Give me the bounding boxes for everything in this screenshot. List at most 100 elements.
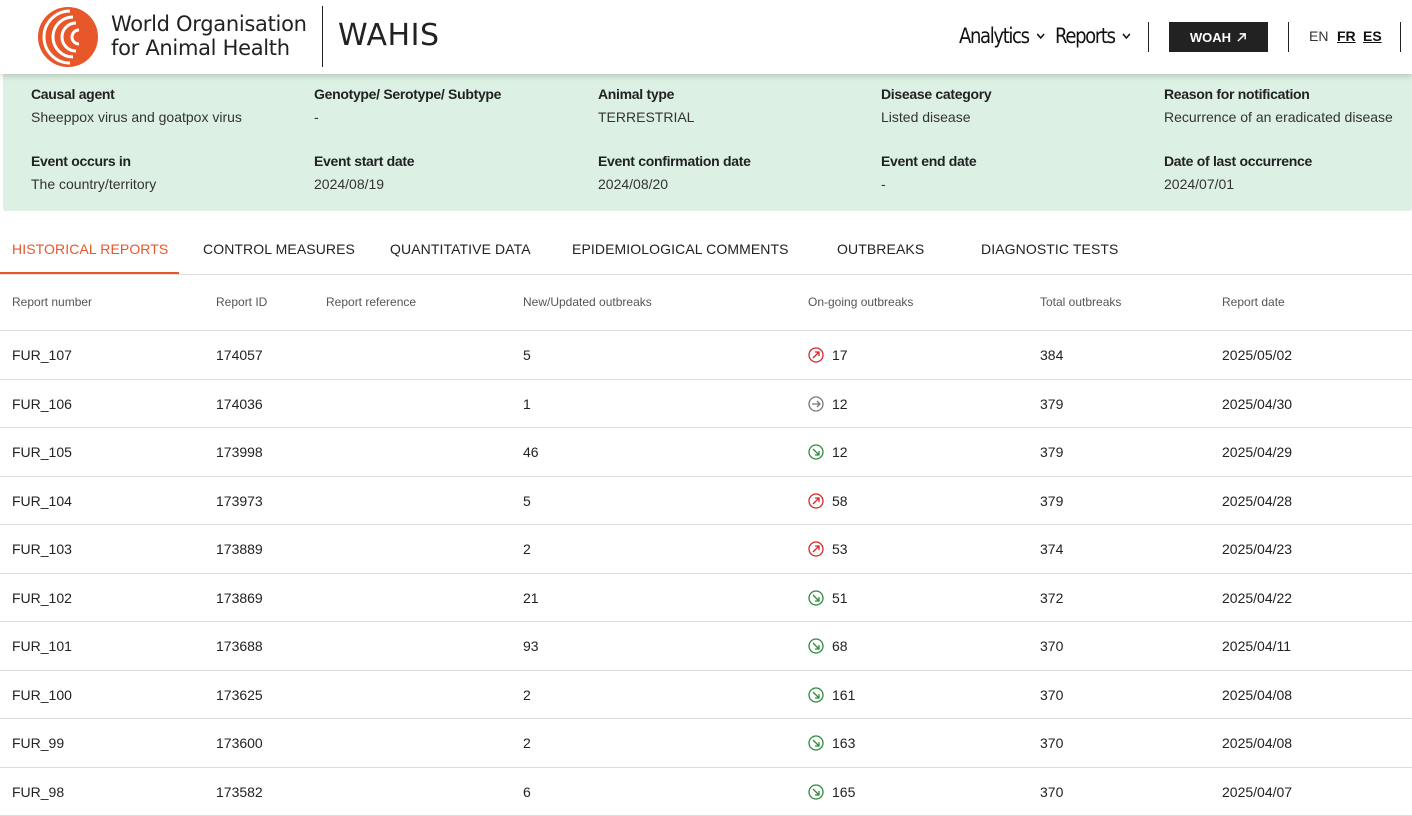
- report-number-cell: FUR_107: [12, 347, 72, 363]
- trend-up-icon: [808, 347, 824, 363]
- tab-control-measures[interactable]: CONTROL MEASURES: [203, 241, 355, 257]
- table-row[interactable]: FUR_9817358261653702025/04/07: [0, 768, 1412, 816]
- genotype-label: Genotype/ Serotype/ Subtype: [314, 86, 501, 102]
- ongoing-outbreaks-value: 165: [832, 784, 855, 800]
- disease-category-value: Listed disease: [881, 109, 991, 125]
- ongoing-outbreaks-value: 51: [832, 590, 848, 606]
- column-header-ongoing-outbreaks[interactable]: On-going outbreaks: [808, 295, 913, 309]
- ongoing-outbreaks-value: 17: [832, 347, 848, 363]
- total-outbreaks-cell: 379: [1040, 444, 1063, 460]
- tab-quantitative-data[interactable]: QUANTITATIVE DATA: [390, 241, 531, 257]
- table-row[interactable]: FUR_9917360021633702025/04/08: [0, 719, 1412, 768]
- column-header-report-id[interactable]: Report ID: [216, 295, 267, 309]
- event-start-field: Event start date 2024/08/19: [314, 153, 414, 192]
- lang-divider: [1288, 22, 1289, 52]
- animal-type-field: Animal type TERRESTRIAL: [598, 86, 694, 125]
- causal-agent-value: Sheeppox virus and goatpox virus: [31, 109, 242, 125]
- report-id-cell: 173869: [216, 590, 263, 606]
- reports-menu-label: Reports: [1055, 24, 1115, 48]
- event-confirmation-label: Event confirmation date: [598, 153, 751, 169]
- new-outbreaks-cell: 21: [523, 590, 539, 606]
- table-row[interactable]: FUR_10217386921513722025/04/22: [0, 574, 1412, 623]
- total-outbreaks-cell: 379: [1040, 396, 1063, 412]
- org-name-line-2: for Animal Health: [111, 36, 307, 60]
- analytics-menu[interactable]: Analytics: [959, 24, 1046, 48]
- total-outbreaks-cell: 372: [1040, 590, 1063, 606]
- table-row[interactable]: FUR_1061740361123792025/04/30: [0, 380, 1412, 429]
- total-outbreaks-cell: 374: [1040, 541, 1063, 557]
- report-number-cell: FUR_99: [12, 735, 64, 751]
- ongoing-outbreaks-value: 58: [832, 493, 848, 509]
- event-occurs-label: Event occurs in: [31, 153, 156, 169]
- genotype-field: Genotype/ Serotype/ Subtype -: [314, 86, 501, 125]
- new-outbreaks-cell: 6: [523, 784, 531, 800]
- column-header-report-date[interactable]: Report date: [1222, 295, 1285, 309]
- report-id-cell: 173973: [216, 493, 263, 509]
- nav-divider: [1148, 22, 1149, 52]
- report-number-cell: FUR_104: [12, 493, 72, 509]
- report-date-cell: 2025/04/07: [1222, 784, 1292, 800]
- tab-historical-reports[interactable]: HISTORICAL REPORTS: [12, 241, 168, 257]
- reason-label: Reason for notification: [1164, 86, 1393, 102]
- total-outbreaks-cell: 379: [1040, 493, 1063, 509]
- table-row[interactable]: FUR_1071740575173842025/05/02: [0, 331, 1412, 380]
- table-row[interactable]: FUR_1031738892533742025/04/23: [0, 525, 1412, 574]
- report-date-cell: 2025/04/29: [1222, 444, 1292, 460]
- report-date-cell: 2025/04/28: [1222, 493, 1292, 509]
- event-start-value: 2024/08/19: [314, 176, 414, 192]
- new-outbreaks-cell: 1: [523, 396, 531, 412]
- report-number-cell: FUR_101: [12, 638, 72, 654]
- total-outbreaks-cell: 384: [1040, 347, 1063, 363]
- ongoing-outbreaks-cell: 53: [808, 541, 848, 557]
- table-row[interactable]: FUR_10517399846123792025/04/29: [0, 428, 1412, 477]
- report-date-cell: 2025/04/22: [1222, 590, 1292, 606]
- table-row[interactable]: FUR_10117368893683702025/04/11: [0, 622, 1412, 671]
- woah-external-button[interactable]: WOAH: [1169, 22, 1268, 52]
- header-edge-divider: [1400, 22, 1401, 52]
- trend-up-icon: [808, 493, 824, 509]
- column-header-report-number[interactable]: Report number: [12, 295, 92, 309]
- event-start-label: Event start date: [314, 153, 414, 169]
- last-occurrence-field: Date of last occurrence 2024/07/01: [1164, 153, 1312, 192]
- event-confirmation-value: 2024/08/20: [598, 176, 751, 192]
- language-es[interactable]: ES: [1363, 28, 1382, 44]
- tab-epidemiological-comments[interactable]: EPIDEMIOLOGICAL COMMENTS: [572, 241, 789, 257]
- reports-menu[interactable]: Reports: [1055, 24, 1132, 48]
- causal-agent-field: Causal agent Sheeppox virus and goatpox …: [31, 86, 242, 125]
- report-id-cell: 173688: [216, 638, 263, 654]
- org-name-line-1: World Organisation: [111, 12, 307, 36]
- ongoing-outbreaks-value: 68: [832, 638, 848, 654]
- table-row[interactable]: FUR_10017362521613702025/04/08: [0, 671, 1412, 720]
- trend-down-icon: [808, 735, 824, 751]
- report-id-cell: 173582: [216, 784, 263, 800]
- column-header-report-reference[interactable]: Report reference: [326, 295, 416, 309]
- language-fr[interactable]: FR: [1337, 28, 1356, 44]
- woah-button-label: WOAH: [1190, 30, 1231, 45]
- report-number-cell: FUR_103: [12, 541, 72, 557]
- trend-down-icon: [808, 784, 824, 800]
- trend-down-icon: [808, 444, 824, 460]
- event-summary-panel: Causal agent Sheeppox virus and goatpox …: [3, 74, 1412, 211]
- report-id-cell: 173998: [216, 444, 263, 460]
- app-name[interactable]: WAHIS: [338, 18, 440, 53]
- last-occurrence-label: Date of last occurrence: [1164, 153, 1312, 169]
- event-end-value: -: [881, 176, 976, 192]
- tab-outbreaks[interactable]: OUTBREAKS: [837, 241, 924, 257]
- column-header-total-outbreaks[interactable]: Total outbreaks: [1040, 295, 1121, 309]
- woah-logo-icon[interactable]: [36, 5, 100, 69]
- organisation-name[interactable]: World Organisation for Animal Health: [111, 12, 307, 60]
- new-outbreaks-cell: 2: [523, 735, 531, 751]
- report-date-cell: 2025/05/02: [1222, 347, 1292, 363]
- new-outbreaks-cell: 93: [523, 638, 539, 654]
- top-header: World Organisation for Animal Health WAH…: [0, 0, 1412, 74]
- language-en[interactable]: EN: [1309, 28, 1328, 44]
- trend-down-icon: [808, 638, 824, 654]
- column-header-new-outbreaks[interactable]: New/Updated outbreaks: [523, 295, 652, 309]
- report-id-cell: 173600: [216, 735, 263, 751]
- table-row[interactable]: FUR_1041739735583792025/04/28: [0, 477, 1412, 526]
- ongoing-outbreaks-cell: 165: [808, 784, 855, 800]
- trend-down-icon: [808, 590, 824, 606]
- tab-diagnostic-tests[interactable]: DIAGNOSTIC TESTS: [981, 241, 1118, 257]
- reason-value: Recurrence of an eradicated disease: [1164, 109, 1393, 125]
- total-outbreaks-cell: 370: [1040, 687, 1063, 703]
